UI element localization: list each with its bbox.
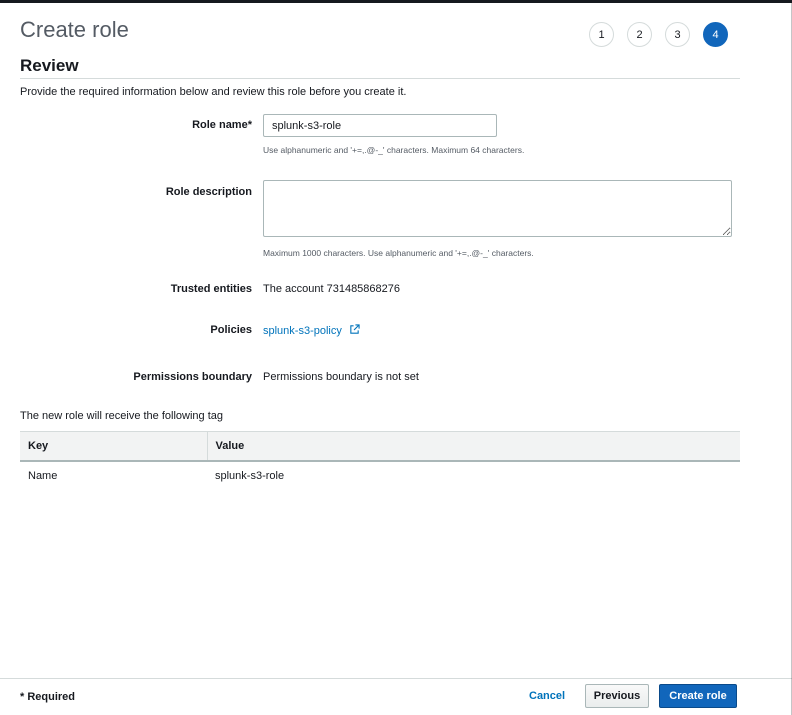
step-3[interactable]: 3 (665, 22, 690, 47)
role-description-label: Role description (165, 186, 252, 198)
role-description-input[interactable] (263, 180, 732, 237)
permissions-boundary-value: Permissions boundary is not set (263, 371, 419, 383)
review-intro-text: Provide the required information below a… (20, 86, 407, 98)
trusted-entities-label: Trusted entities (170, 283, 252, 295)
table-row: Name splunk-s3-role (20, 461, 740, 491)
tag-key-cell: Name (28, 470, 58, 482)
role-description-hint: Maximum 1000 characters. Use alphanumeri… (263, 248, 534, 258)
role-name-label: Role name* (192, 119, 252, 131)
column-header-key: Key (20, 431, 207, 462)
wizard-stepper: 1 2 3 4 (589, 22, 728, 47)
trusted-entities-value: The account 731485868276 (263, 283, 401, 295)
cancel-button[interactable]: Cancel (523, 685, 571, 707)
role-name-input[interactable] (263, 114, 497, 137)
previous-button[interactable]: Previous (585, 684, 649, 708)
tags-caption: The new role will receive the following … (20, 410, 223, 422)
footer-bar: * Required Cancel Previous Create role (0, 679, 792, 715)
create-role-button[interactable]: Create role (659, 684, 737, 708)
external-link-icon[interactable] (349, 324, 360, 335)
step-1[interactable]: 1 (589, 22, 614, 47)
tag-value-cell: splunk-s3-role (215, 470, 285, 482)
section-title-review: Review (20, 56, 79, 75)
window-top-border (0, 0, 792, 3)
role-name-hint: Use alphanumeric and '+=,.@-_' character… (263, 145, 525, 155)
required-note: * Required (20, 691, 76, 703)
policy-link[interactable]: splunk-s3-policy (263, 325, 342, 337)
step-2[interactable]: 2 (627, 22, 652, 47)
policies-value: splunk-s3-policy (263, 324, 360, 337)
section-divider (20, 78, 740, 79)
policies-label: Policies (210, 324, 252, 336)
page-title: Create role (20, 17, 129, 42)
permissions-boundary-label: Permissions boundary (133, 371, 252, 383)
tags-table: Key Value Name splunk-s3-role (20, 431, 740, 491)
step-4-current: 4 (703, 22, 728, 47)
column-header-value: Value (206, 431, 740, 462)
